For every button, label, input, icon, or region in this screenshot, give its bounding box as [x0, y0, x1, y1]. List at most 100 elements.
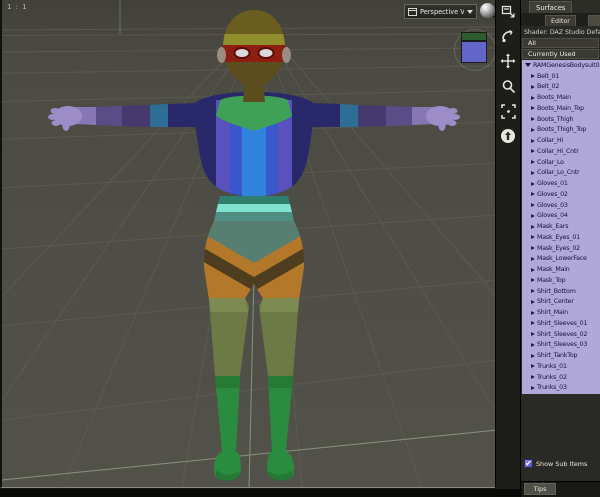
collapsed-triangle-icon [531, 375, 535, 380]
collapsed-triangle-icon [531, 181, 535, 186]
show-sub-items-checkbox[interactable] [524, 459, 533, 468]
collapsed-triangle-icon [531, 149, 535, 154]
collapsed-triangle-icon [531, 224, 535, 229]
collapsed-triangle-icon [531, 267, 535, 272]
collapsed-triangle-icon [531, 385, 535, 390]
collapsed-triangle-icon [531, 95, 535, 100]
surface-item[interactable]: Mask_LowerFace [522, 254, 600, 265]
surface-item[interactable]: Collar_Hi_Cntr [522, 146, 600, 157]
surface-tree-root[interactable]: RAMGenesisBodysuit05 [522, 60, 600, 71]
camera-view-dropdown[interactable]: Perspective View [404, 4, 477, 19]
filter-row[interactable]: All [522, 38, 599, 48]
draw-style-sphere-icon[interactable] [480, 3, 495, 20]
surface-item[interactable]: Mask_Ears [522, 221, 600, 232]
collapsed-triangle-icon [531, 256, 535, 261]
viewport-grid-icon [408, 7, 417, 16]
surface-item[interactable]: Mask_Eyes_02 [522, 243, 600, 254]
collapsed-triangle-icon [531, 170, 535, 175]
view-cube[interactable] [453, 26, 495, 76]
tab-editor[interactable]: Editor [545, 15, 576, 26]
collapsed-triangle-icon [531, 160, 535, 165]
collapsed-triangle-icon [531, 235, 535, 240]
surface-item[interactable]: Collar_Lo_Cntr [522, 168, 600, 179]
surface-item[interactable]: Gloves_04 [522, 211, 600, 222]
surface-item[interactable]: Boots_Thigh [522, 114, 600, 125]
aspect-ratio-label: 1 : 1 [7, 3, 28, 11]
collapsed-triangle-icon [531, 213, 535, 218]
collapsed-triangle-icon [531, 310, 535, 315]
surface-item[interactable]: Mask_Main [522, 264, 600, 275]
surface-item[interactable]: Belt_02 [522, 82, 600, 93]
surface-item[interactable]: Trunks_01 [522, 361, 600, 372]
tab-partial[interactable] [588, 15, 600, 26]
collapsed-triangle-icon [531, 353, 535, 358]
surface-item[interactable]: Trunks_02 [522, 372, 600, 383]
surface-item[interactable]: Gloves_01 [522, 178, 600, 189]
collapsed-triangle-icon [531, 203, 535, 208]
surface-item[interactable]: Collar_Hi [522, 135, 600, 146]
scene-pane-icon[interactable] [499, 2, 517, 20]
collapsed-triangle-icon [531, 342, 535, 347]
expanded-triangle-icon [525, 63, 531, 68]
surface-item[interactable]: Boots_Thigh_Top [522, 125, 600, 136]
surface-item[interactable]: Collar_Lo [522, 157, 600, 168]
tab-tips[interactable]: Tips [524, 483, 556, 495]
belt [214, 196, 294, 221]
surface-tree: RAMGenesisBodysuit05 Belt_01 Belt_02 Boo… [522, 60, 600, 394]
collapsed-triangle-icon [531, 364, 535, 369]
surface-item[interactable]: Shirt_Main [522, 307, 600, 318]
collapsed-triangle-icon [531, 299, 535, 304]
surface-item[interactable]: Shirt_Bottom [522, 286, 600, 297]
left-ear [217, 47, 226, 63]
surface-item[interactable]: Boots_Main [522, 92, 600, 103]
zoom-icon[interactable] [499, 77, 517, 95]
surface-item[interactable]: Shirt_TankTop [522, 350, 600, 361]
character-model[interactable] [48, 10, 460, 482]
surfaces-panel: Surfaces Editor Shader: DAZ Studio Defau… [520, 0, 600, 497]
show-sub-items-row: Show Sub Items [524, 459, 587, 468]
surface-item[interactable]: Shirt_Center [522, 297, 600, 308]
show-sub-items-label: Show Sub Items [536, 459, 588, 468]
right-arm [308, 103, 460, 131]
reset-camera-icon[interactable] [499, 127, 517, 145]
surface-item[interactable]: Belt_01 [522, 71, 600, 82]
collapsed-triangle-icon [531, 278, 535, 283]
surfaces-panel-titlebar: Surfaces [521, 0, 600, 13]
collapsed-triangle-icon [531, 84, 535, 89]
surface-item[interactable]: Boots_Main_Top [522, 103, 600, 114]
surface-item[interactable]: Mask_Top [522, 275, 600, 286]
viewport-bottom-bar [0, 489, 520, 497]
left-eye [233, 47, 251, 59]
surface-item[interactable]: Shirt_Sleeves_03 [522, 340, 600, 351]
collapsed-triangle-icon [531, 127, 535, 132]
surface-item[interactable]: Shirt_Sleeves_01 [522, 318, 600, 329]
orbit-icon[interactable] [499, 27, 517, 45]
collapsed-triangle-icon [531, 106, 535, 111]
frame-icon[interactable] [499, 102, 517, 120]
surface-item[interactable]: Gloves_03 [522, 200, 600, 211]
shader-label: Shader: DAZ Studio Default [524, 28, 600, 36]
pan-icon[interactable] [499, 52, 517, 70]
surface-item[interactable]: Gloves_02 [522, 189, 600, 200]
surface-item[interactable]: Shirt_Sleeves_02 [522, 329, 600, 340]
surfaces-pane-tab[interactable]: Surfaces [529, 1, 573, 13]
surfaces-tab-row: Editor [521, 13, 600, 26]
left-arm [48, 103, 200, 131]
left-leg [209, 298, 249, 482]
right-ear [282, 47, 291, 63]
3d-viewport[interactable]: 1 : 1 Perspective [0, 0, 495, 488]
collapsed-triangle-icon [531, 289, 535, 294]
collapsed-triangle-icon [531, 138, 535, 143]
dropdown-arrow-icon [467, 9, 473, 14]
collapsed-triangle-icon [531, 192, 535, 197]
filter-row[interactable]: Currently Used [522, 49, 599, 59]
surface-item[interactable]: Mask_Eyes_01 [522, 232, 600, 243]
right-eye [257, 47, 275, 59]
viewport-scene [2, 0, 495, 487]
daz-studio-window: 1 : 1 Perspective Surfaces Editor Shader… [0, 0, 600, 497]
panel-bottom-bar: Tips [521, 481, 600, 497]
collapsed-triangle-icon [531, 74, 535, 79]
surface-item[interactable]: Trunks_03 [522, 383, 600, 394]
collapsed-triangle-icon [531, 332, 535, 337]
collapsed-triangle-icon [531, 246, 535, 251]
